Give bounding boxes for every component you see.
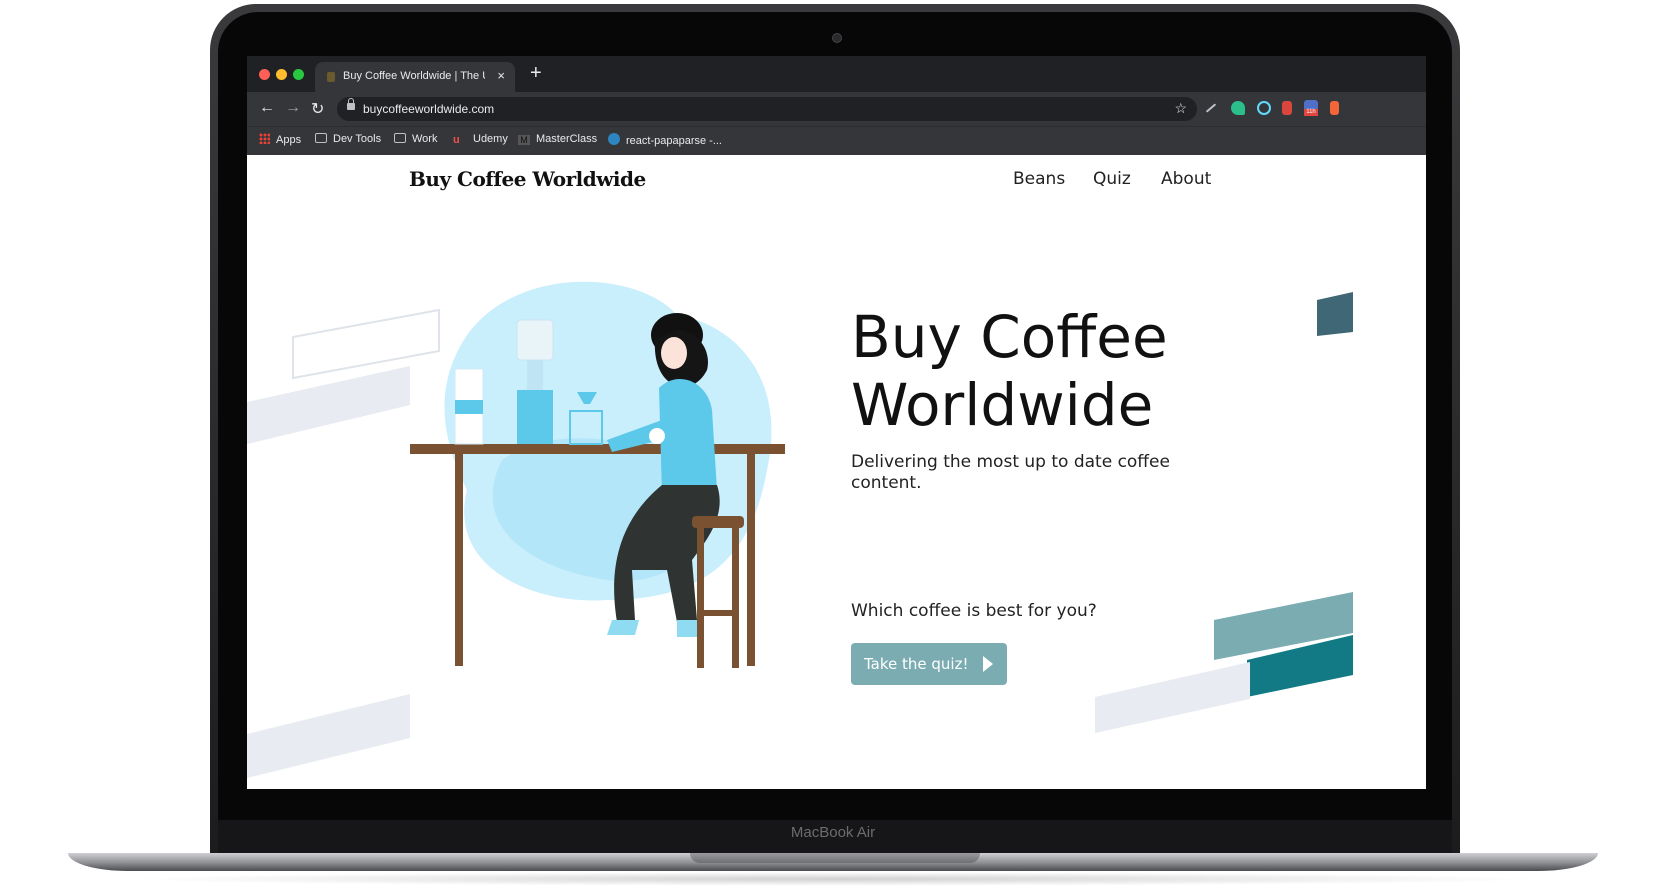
bookmark-work[interactable]: Work [394,133,437,145]
udemy-icon: u [453,134,460,146]
coffee-cup [649,428,665,444]
bookmark-apps[interactable]: Apps [259,133,301,146]
bookmark-masterclass[interactable]: M MasterClass [518,133,597,145]
window-zoom-button[interactable] [293,69,304,80]
masterclass-icon: M [518,135,530,145]
calendar-extension-icon[interactable]: 11h [1304,100,1318,116]
bookmark-dev-tools[interactable]: Dev Tools [315,133,381,145]
window-minimize-button[interactable] [276,69,287,80]
new-tab-button[interactable]: + [530,62,542,85]
reload-icon[interactable]: ↻ [311,99,324,119]
stool-leg-left [697,528,704,668]
light-bar-bottom-left [247,694,410,778]
nav-beans[interactable]: Beans [1013,169,1065,189]
address-bar[interactable]: buycoffeeworldwide.com ☆ [337,97,1197,121]
take-quiz-button-label: Take the quiz! [864,655,969,673]
eyedropper-extension-icon[interactable] [1205,103,1217,113]
webcam [832,33,842,43]
browser-tab-active[interactable]: Buy Coffee Worldwide | The Ul × [315,62,515,92]
nav-quiz[interactable]: Quiz [1093,169,1131,189]
laptop-model-label: MacBook Air [790,824,876,841]
folder-icon [315,133,327,143]
tab-title: Buy Coffee Worldwide | The Ul [343,70,485,82]
stool-leg-right [732,528,739,668]
face [661,337,687,369]
bookmark-react-papaparse[interactable]: react-papaparse -... [608,133,722,147]
light-bar-bottom-right [1095,662,1250,733]
table-leg-right [747,454,755,666]
browser-toolbar: ← → ↻ buycoffeeworldwide.com ☆ 11h [247,92,1426,126]
play-arrow-icon [983,656,993,672]
orange-extension-icon[interactable] [1330,101,1339,115]
coffee-illustration [410,281,785,668]
shoe-left [607,620,639,635]
papaparse-icon [608,133,620,145]
tab-strip: Buy Coffee Worldwide | The Ul × + [247,56,1426,92]
tab-close-icon[interactable]: × [497,68,505,83]
react-devtools-icon[interactable] [1257,101,1271,115]
table-leg-left [455,454,463,666]
hero-title: Buy Coffee Worldwide [851,303,1168,439]
bookmarks-bar: Apps Dev Tools Work u Udemy M MasterClass … [247,126,1426,156]
bird-extension-icon[interactable] [1231,101,1245,115]
bookmark-star-icon[interactable]: ☆ [1174,100,1187,117]
web-page: Buy Coffee Worldwide Beans Quiz About Bu… [247,155,1426,789]
bookmark-udemy[interactable]: u Udemy [453,133,508,146]
extension-badge: 11h [1304,109,1318,116]
laptop-hinge-notch [690,853,980,863]
lock-icon [347,98,355,110]
slate-block-shape [1317,292,1353,336]
stool-seat [692,516,744,528]
laptop-shadow [120,872,1550,886]
folder-icon [394,133,406,143]
forward-arrow-icon[interactable]: → [285,99,301,117]
table-top [410,444,785,454]
stool-rung [697,610,739,616]
screen: Buy Coffee Worldwide | The Ul × + ← → ↻ … [247,56,1426,789]
apps-grid-icon [259,133,270,144]
coffee-grinder-base [517,390,553,444]
quiz-question: Which coffee is best for you? [851,601,1097,621]
back-arrow-icon[interactable]: ← [259,99,275,117]
nav-about[interactable]: About [1161,169,1211,189]
bookmark-extension-icon[interactable] [1282,101,1292,115]
take-quiz-button[interactable]: Take the quiz! [851,643,1007,685]
light-bar-shape [247,366,410,444]
coffee-grinder-hopper [516,319,554,361]
window-close-button[interactable] [259,69,270,80]
site-favicon-icon [327,72,335,82]
hero-subtitle: Delivering the most up to date coffee co… [851,452,1170,493]
site-logo[interactable]: Buy Coffee Worldwide [409,167,646,191]
browser-chrome: Buy Coffee Worldwide | The Ul × + ← → ↻ … [247,56,1426,156]
url-text[interactable]: buycoffeeworldwide.com [363,102,494,116]
